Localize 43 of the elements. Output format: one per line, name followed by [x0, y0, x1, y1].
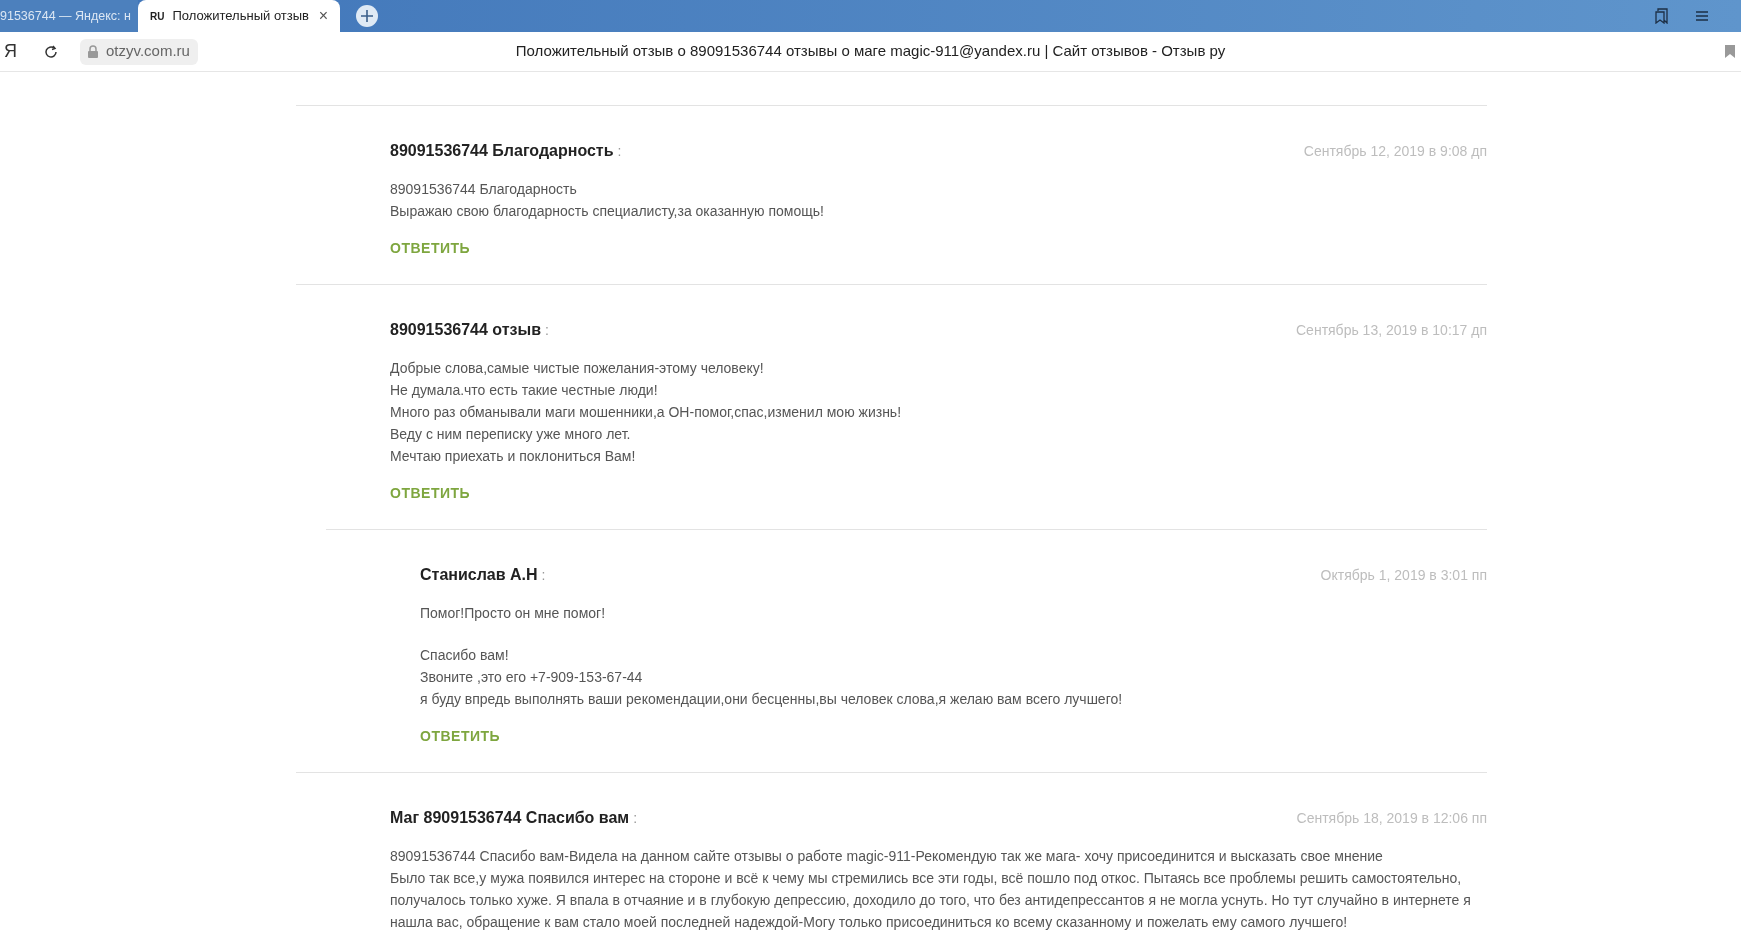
colon-separator: :: [617, 142, 622, 161]
bookmark-icon[interactable]: [1725, 45, 1735, 58]
comment-text: Добрые слова,самые чистые пожелания-этому человеку!: [390, 359, 765, 378]
comment-author: 89091536744 отзыв: [390, 320, 541, 340]
site-favicon: RU: [150, 9, 165, 24]
reply-link[interactable]: ОТВЕТИТЬ: [390, 485, 471, 501]
comment-date: Сентябрь 18, 2019 в 12:06 пп: [1296, 809, 1487, 828]
reload-icon[interactable]: [44, 44, 58, 59]
comment-text: Спасибо вам!: [420, 646, 510, 665]
lock-icon: [88, 45, 98, 58]
bookmarks-icon[interactable]: [1655, 8, 1669, 24]
browser-logo[interactable]: Я: [4, 38, 24, 65]
browser-tab[interactable]: 91536744 — Яндекс: н: [0, 0, 138, 32]
comment-author: 89091536744 Благодарность: [390, 141, 614, 161]
page-title: Положительный отзыв о 89091536744 отзывы о маге magic-911@yandex.ru | Сайт отзывов - Отзыв ру: [515, 41, 1226, 62]
comment-date: Октябрь 1, 2019 в 3:01 пп: [1320, 566, 1487, 585]
comment-author: Маг 89091536744 Спасибо вам: [390, 808, 630, 828]
menu-icon[interactable]: [1695, 10, 1709, 22]
comment-text: Выражаю свою благодарность специалисту,за оказанную помощь!: [390, 202, 825, 221]
tab-title: 91536744 — Яндекс: н: [0, 7, 132, 25]
comment-author: Станислав А.Н: [420, 565, 538, 585]
comment-text: Мечтаю приехать и поклониться Вам!: [390, 447, 637, 466]
comment-text: Помог!Просто он мне помог!: [420, 604, 607, 623]
colon-separator: :: [633, 809, 638, 828]
comment-text: Было так все,у мужа появился интерес на стороне и всё к чему мы стремились все эти годы, всё пошло под откос. Пытаясь все проблемы решить самостоятельно, получалось только хуже. Я впала в отчаяние и в глубокую депрессию, доходило до того, что без антидепрессантов я не могла уснуть. Но тут случайно в интернете я нашла вас, обращение к вам стало моей последней надеждой-Могу только присоединиться ко всему сказанному и пожелать ему самого лучшего!: [390, 869, 1472, 932]
reply-link[interactable]: ОТВЕТИТЬ: [420, 728, 501, 744]
comment-text: 89091536744 Спасибо вам-Видела на данном сайте отзывы о работе magic-911-Рекомендую так же мага- хочу присоединится и высказать свое мнение: [390, 847, 1384, 866]
close-icon[interactable]: ×: [318, 4, 328, 28]
comment-text: Много раз обманывали маги мошенники,а ОН-помог,спас,изменил мою жизнь!: [390, 403, 903, 422]
comment-date: Сентябрь 12, 2019 в 9:08 дп: [1303, 142, 1487, 161]
tab-title: Положительный отзыв: [172, 7, 310, 26]
comment-text: Звоните ,это его +7-909-153-67-44: [420, 668, 644, 687]
comment-date: Сентябрь 13, 2019 в 10:17 дп: [1296, 321, 1487, 340]
colon-separator: :: [545, 321, 549, 340]
comment-text: Веду с ним переписку уже много лет.: [390, 425, 632, 444]
comment-text: я буду впредь выполнять ваши рекомендации,они бесценны,вы человек слова,я желаю вам всего лучшего!: [420, 690, 1124, 709]
browser-tab[interactable]: RU Положительный отзыв ×: [138, 0, 340, 32]
comment-text: Не думала.что есть такие честные люди!: [390, 381, 659, 400]
address-field[interactable]: otzyv.com.ru: [80, 38, 198, 65]
new-tab-icon[interactable]: [356, 5, 378, 27]
reply-link[interactable]: ОТВЕТИТЬ: [390, 240, 471, 256]
colon-separator: :: [541, 566, 546, 585]
comment-text: 89091536744 Благодарность: [390, 180, 578, 199]
